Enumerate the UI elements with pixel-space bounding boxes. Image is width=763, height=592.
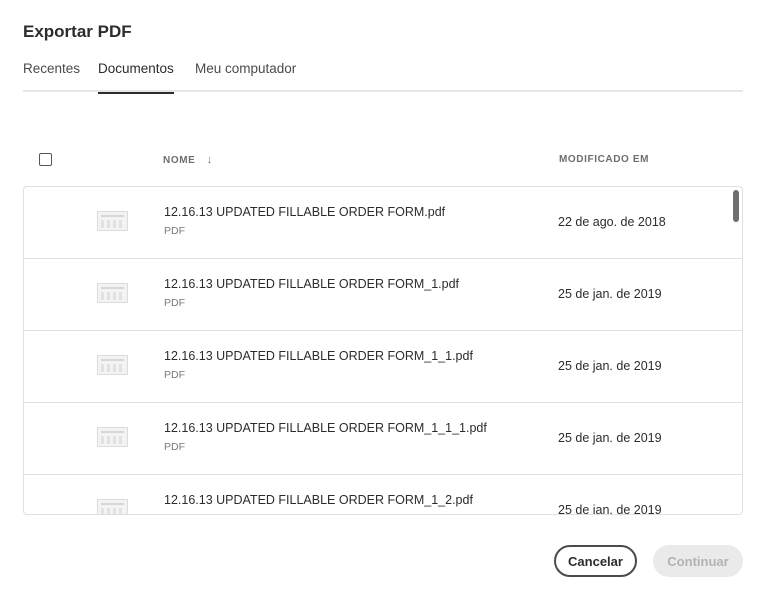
cancel-button[interactable]: Cancelar bbox=[554, 545, 637, 577]
table-row[interactable]: 12.16.13 UPDATED FILLABLE ORDER FORM_1.p… bbox=[24, 259, 742, 331]
file-type: PDF bbox=[164, 297, 185, 309]
pdf-thumbnail-icon bbox=[97, 427, 128, 447]
file-name: 12.16.13 UPDATED FILLABLE ORDER FORM_1_2… bbox=[164, 493, 473, 507]
pdf-thumbnail-icon bbox=[97, 499, 128, 514]
tab-documentos[interactable]: Documentos bbox=[98, 60, 174, 94]
file-type: PDF bbox=[164, 225, 185, 237]
continue-button[interactable]: Continuar bbox=[653, 545, 743, 577]
list-scrollbar[interactable] bbox=[733, 190, 739, 222]
file-name: 12.16.13 UPDATED FILLABLE ORDER FORM_1_1… bbox=[164, 421, 487, 435]
column-header-name-label: NOME bbox=[163, 155, 196, 166]
file-type: PDF bbox=[164, 369, 185, 381]
table-row[interactable]: 12.16.13 UPDATED FILLABLE ORDER FORM_1_2… bbox=[24, 475, 742, 515]
select-all-checkbox[interactable] bbox=[39, 153, 52, 166]
file-modified-date: 22 de ago. de 2018 bbox=[558, 215, 666, 229]
export-pdf-dialog: Exportar PDF Recentes Documentos Meu com… bbox=[0, 0, 763, 592]
tab-meu-computador[interactable]: Meu computador bbox=[195, 60, 296, 92]
table-row[interactable]: 12.16.13 UPDATED FILLABLE ORDER FORM.pdf… bbox=[24, 187, 742, 259]
pdf-thumbnail-icon bbox=[97, 283, 128, 303]
tab-recentes[interactable]: Recentes bbox=[23, 60, 80, 92]
column-header-name[interactable]: NOME ↓ bbox=[163, 154, 213, 166]
file-list[interactable]: 12.16.13 UPDATED FILLABLE ORDER FORM.pdf… bbox=[23, 186, 743, 515]
file-name: 12.16.13 UPDATED FILLABLE ORDER FORM_1_1… bbox=[164, 349, 473, 363]
table-row[interactable]: 12.16.13 UPDATED FILLABLE ORDER FORM_1_1… bbox=[24, 331, 742, 403]
arrow-down-icon: ↓ bbox=[206, 154, 213, 166]
file-modified-date: 25 de jan. de 2019 bbox=[558, 359, 662, 373]
pdf-thumbnail-icon bbox=[97, 211, 128, 231]
file-modified-date: 25 de jan. de 2019 bbox=[558, 503, 662, 515]
tab-bar: Recentes Documentos Meu computador bbox=[23, 56, 743, 94]
file-name: 12.16.13 UPDATED FILLABLE ORDER FORM.pdf bbox=[164, 205, 446, 219]
file-type: PDF bbox=[164, 513, 185, 514]
column-header-modified[interactable]: MODIFICADO EM bbox=[559, 154, 649, 165]
file-modified-date: 25 de jan. de 2019 bbox=[558, 287, 662, 301]
file-name: 12.16.13 UPDATED FILLABLE ORDER FORM_1.p… bbox=[164, 277, 460, 291]
pdf-thumbnail-icon bbox=[97, 355, 128, 375]
table-header: NOME ↓ MODIFICADO EM bbox=[23, 148, 743, 174]
file-modified-date: 25 de jan. de 2019 bbox=[558, 431, 662, 445]
table-row[interactable]: 12.16.13 UPDATED FILLABLE ORDER FORM_1_1… bbox=[24, 403, 742, 475]
dialog-title: Exportar PDF bbox=[23, 22, 132, 41]
file-type: PDF bbox=[164, 441, 185, 453]
